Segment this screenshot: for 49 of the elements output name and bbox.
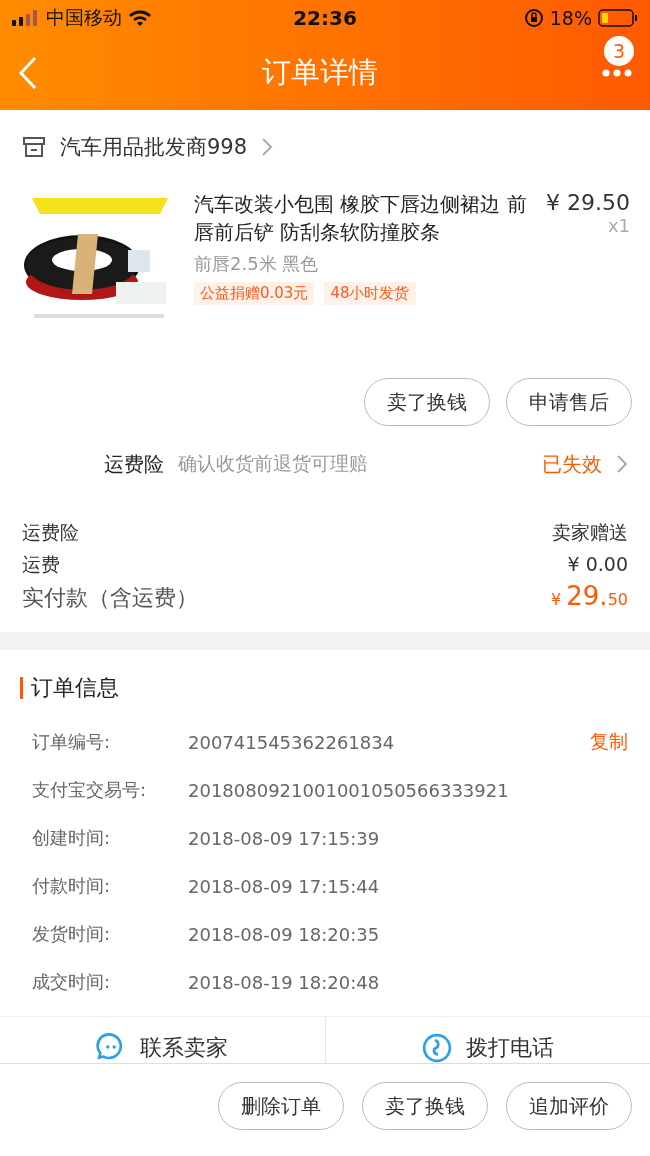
- product-variant: 前唇2.5米 黑色: [194, 252, 320, 276]
- info-label: 订单编号:: [32, 730, 112, 754]
- back-icon[interactable]: [18, 56, 38, 90]
- wifi-icon: [128, 9, 152, 27]
- carrier-name: 中国移动: [46, 5, 122, 30]
- product-quantity: x1: [606, 215, 630, 236]
- info-value: 2018080921001001050566333921: [188, 779, 510, 801]
- info-label: 支付宝交易号:: [32, 778, 148, 802]
- page-title: 订单详情: [261, 54, 379, 91]
- rotation-lock-icon: [523, 8, 544, 28]
- action-button[interactable]: 追加评价: [506, 1082, 632, 1130]
- action-button[interactable]: 删除订单: [218, 1082, 344, 1130]
- product-title[interactable]: 汽车改装小包围 橡胶下唇边侧裙边 前唇前后铲 防刮条软防撞胶条: [194, 190, 532, 246]
- insurance-description: 确认收货前退货可理赔: [178, 451, 369, 476]
- insurance-label: 运费险: [104, 450, 164, 478]
- action-button[interactable]: 卖了换钱: [364, 378, 490, 426]
- info-value: 2018-08-19 18:20:48: [188, 971, 381, 993]
- chevron-right-icon[interactable]: [616, 454, 628, 474]
- section-title: 订单信息: [31, 674, 119, 702]
- fee-label: 运费: [22, 552, 60, 577]
- notification-badge: 3: [604, 36, 634, 66]
- product-tag: 48小时发货: [324, 282, 416, 305]
- chevron-right-icon[interactable]: [261, 137, 274, 157]
- fee-label: 实付款（含运费）: [22, 584, 198, 612]
- phone-icon: [421, 1033, 452, 1063]
- product-tag: 公益捐赠0.03元: [194, 282, 315, 305]
- info-label: 付款时间:: [32, 874, 112, 898]
- fee-value: 卖家赠送: [552, 520, 628, 545]
- more-icon[interactable]: [602, 69, 632, 77]
- signal-icon: [12, 10, 40, 26]
- shop-icon: [22, 135, 46, 159]
- info-label: 发货时间:: [32, 922, 112, 946]
- battery-percent: 18%: [549, 7, 592, 29]
- action-button[interactable]: 申请售后: [506, 378, 632, 426]
- action-button[interactable]: 卖了换钱: [362, 1082, 488, 1130]
- contact-button[interactable]: 联系卖家: [0, 1017, 325, 1063]
- info-value: 2018-08-09 17:15:44: [188, 875, 381, 897]
- info-label: 成交时间:: [32, 970, 112, 994]
- clock-time: 22:36: [293, 6, 357, 30]
- info-value: 200741545362261834: [188, 731, 396, 753]
- info-value: 2018-08-09 17:15:39: [188, 827, 381, 849]
- fee-label: 运费险: [22, 520, 79, 545]
- product-price: ¥ 29.50: [546, 190, 630, 215]
- fee-value: ¥ 0.00: [567, 552, 628, 577]
- total-amount: ¥ 29.50: [551, 580, 628, 613]
- info-value: 2018-08-09 18:20:35: [188, 923, 381, 945]
- shop-name[interactable]: 汽车用品批发商998: [60, 133, 248, 161]
- battery-icon: [598, 8, 638, 28]
- info-label: 创建时间:: [32, 826, 112, 850]
